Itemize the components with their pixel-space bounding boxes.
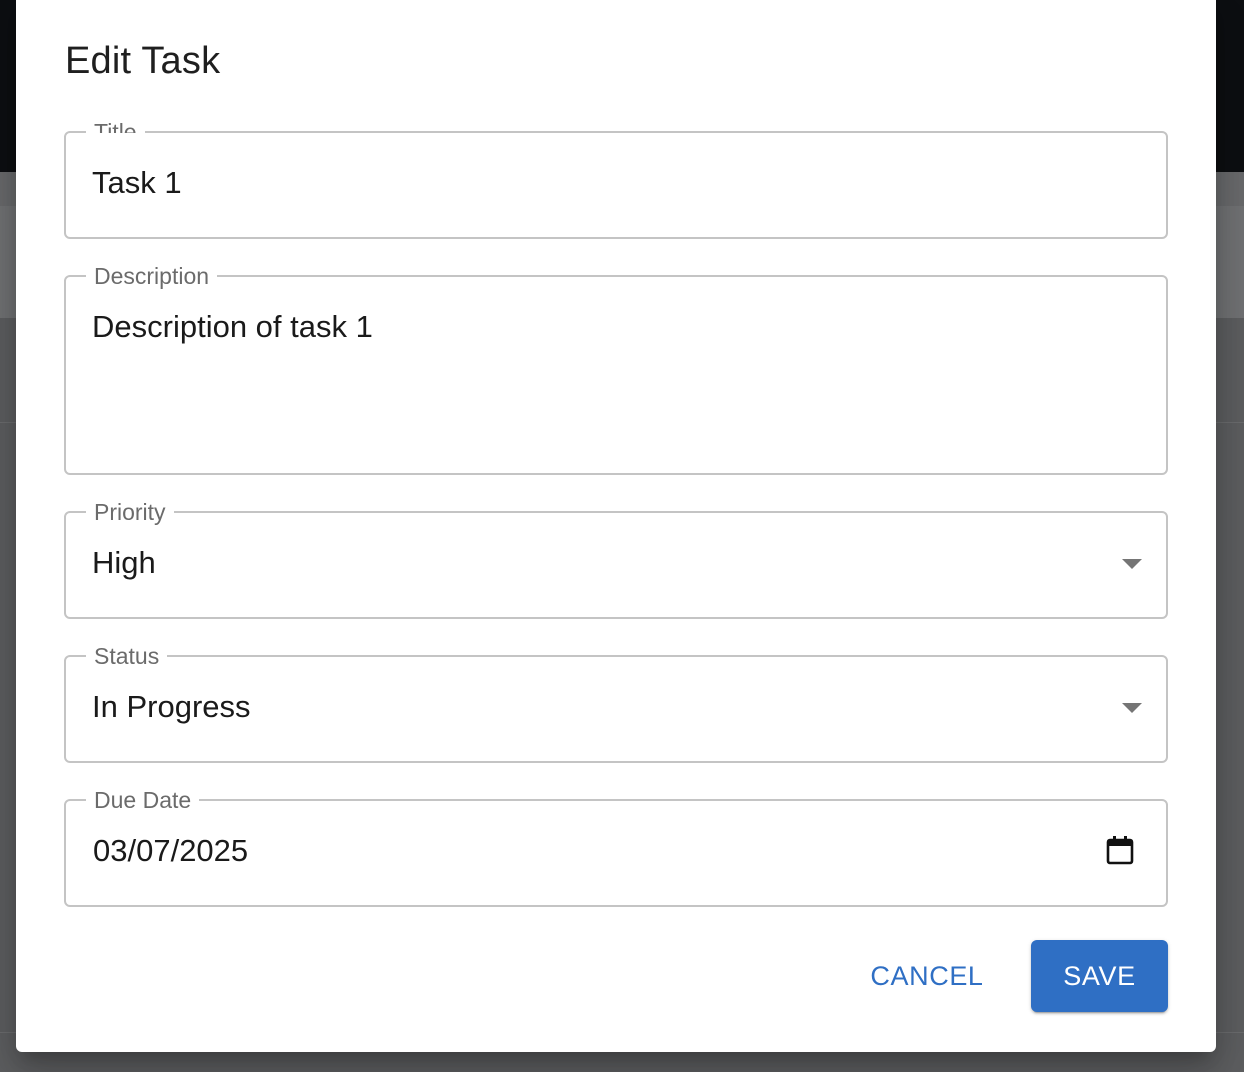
- description-textarea[interactable]: Description of task 1: [92, 309, 373, 345]
- description-field[interactable]: Description Description of task 1: [64, 263, 1168, 475]
- title-input[interactable]: Task 1: [92, 165, 182, 201]
- description-field-outline: Description: [64, 263, 1168, 475]
- calendar-icon[interactable]: [1106, 835, 1134, 865]
- description-field-label: Description: [94, 263, 210, 289]
- due-date-input[interactable]: 03/07/2025: [93, 833, 248, 869]
- title-field[interactable]: Title Task 1: [64, 119, 1168, 239]
- dropdown-arrow-icon[interactable]: [1122, 559, 1142, 569]
- title-field-label: Title: [94, 119, 137, 133]
- edit-task-dialog: Edit Task Title Task 1 Description Descr…: [16, 0, 1216, 1052]
- priority-select-outline: Priority: [64, 499, 1168, 619]
- due-date-field-label: Due Date: [94, 787, 192, 813]
- status-select[interactable]: Status In Progress: [64, 643, 1168, 763]
- dialog-title: Edit Task: [65, 40, 221, 82]
- dropdown-arrow-icon[interactable]: [1122, 703, 1142, 713]
- priority-select[interactable]: Priority High: [64, 499, 1168, 619]
- status-select-label: Status: [94, 643, 160, 669]
- cancel-button[interactable]: CANCEL: [852, 940, 1002, 1012]
- priority-select-label: Priority: [94, 499, 166, 525]
- save-button[interactable]: SAVE: [1031, 940, 1168, 1012]
- status-selected-value[interactable]: In Progress: [92, 689, 251, 725]
- title-field-outline: Title: [64, 119, 1168, 239]
- due-date-field[interactable]: Due Date 03/07/2025: [64, 787, 1168, 907]
- priority-selected-value[interactable]: High: [92, 545, 156, 581]
